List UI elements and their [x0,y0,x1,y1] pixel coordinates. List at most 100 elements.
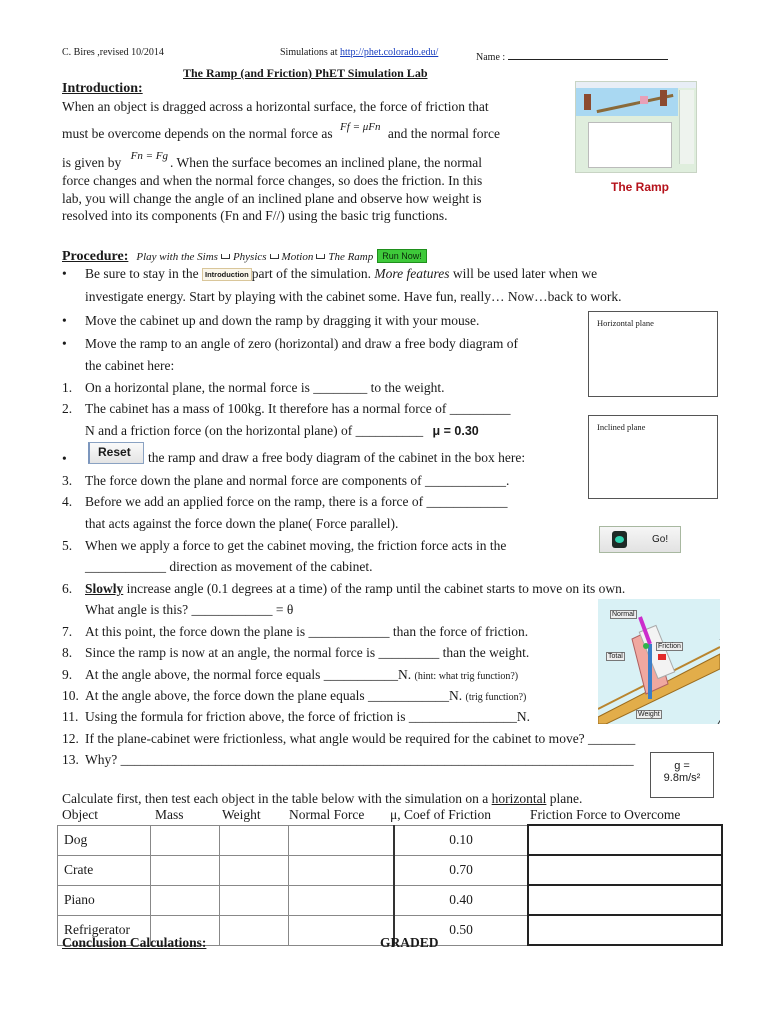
question-2-cont: N and a friction force (on the horizonta… [85,422,479,440]
inclined-plane-box[interactable]: Inclined plane [588,415,718,499]
table-instructions: Calculate first, then test each object i… [62,790,582,808]
question-11: Using the formula for friction above, th… [85,709,531,724]
normal-force-formula: Fn = Fg [130,150,168,162]
question-10a: At the angle above, the force down the p… [85,688,463,703]
table-row: Piano 0.40 [57,884,723,916]
cell-weight[interactable] [219,854,289,886]
table-row: Dog 0.10 [57,824,723,856]
page-title: The Ramp (and Friction) PhET Simulation … [183,66,428,80]
slowly-emphasis: Slowly [85,581,124,596]
angle-arc [717,639,720,724]
question-4-cont: that acts against the force down the pla… [85,516,399,531]
header-weight: Weight [222,807,261,822]
gravity-value: 9.8m/s² [663,772,701,784]
header-object: Object [62,807,98,822]
cell-normal-force[interactable] [288,824,395,856]
cell-weight[interactable] [219,884,289,916]
question-6: Slowly increase angle (0.1 degrees at a … [85,580,625,598]
normal-label: Normal [610,610,637,619]
table-instructions-a: Calculate first, then test each object i… [62,791,492,806]
question-number: 7. [62,624,73,639]
gravity-box: g = 9.8m/s² [650,752,714,798]
cell-mass[interactable] [150,884,220,916]
cell-normal-force[interactable] [288,914,395,946]
friction-table: Dog 0.10 Crate 0.70 Piano 0.40 Refrigera… [57,824,723,946]
question-13: Why? ___________________________________… [85,752,634,767]
cell-object: Crate [57,854,151,886]
introduction-heading: Introduction: [62,81,143,96]
question-9: At the angle above, the normal force equ… [85,666,518,686]
cell-weight[interactable] [219,914,289,946]
traffic-light-icon [612,531,627,548]
run-now-button[interactable]: Run Now! [377,249,427,264]
author-revision: C. Bires ,revised 10/2014 [62,47,164,58]
procedure-line: Procedure: Play with the Sims Physics Moti… [62,247,427,265]
simulations-prefix: Simulations at [280,47,340,58]
conclusion-heading: Conclusion Calculations: [62,935,207,950]
bullet-icon: • [62,266,67,281]
arrow-icon [316,253,326,259]
question-12: If the plane-cabinet were frictionless, … [85,731,636,746]
go-button[interactable]: Go! [599,526,681,553]
cell-weight[interactable] [219,824,289,856]
cell-mu: 0.40 [393,884,529,916]
friction-label: Friction [656,642,683,651]
cell-friction-force[interactable] [527,824,723,856]
cell-friction-force[interactable] [527,854,723,886]
name-blank[interactable] [507,47,668,60]
introduction-tab[interactable]: Introduction [201,268,252,282]
nav-step-ramp: The Ramp [328,251,374,263]
header-coef-friction: μ, Coef of Friction [390,807,491,822]
cell-friction-force[interactable] [527,884,723,916]
friction-arrow [658,654,666,660]
mu-value: μ = 0.30 [432,424,479,438]
bullet-1d: will be used later when we [452,266,598,281]
cell-normal-force[interactable] [288,854,395,886]
center-dot [643,643,649,649]
question-number: 3. [62,473,73,488]
bullet-stay-intro: Be sure to stay in the Introduction part … [85,265,597,283]
header-normal-force: Normal Force [289,807,365,822]
question-9-hint: (hint: what trig function?) [414,671,519,682]
question-number: 4. [62,494,73,509]
header-mass: Mass [155,807,184,822]
reset-button[interactable]: Reset [88,442,144,464]
ramp-sim-thumbnail [575,81,697,173]
cell-object: Dog [57,824,151,856]
name-field[interactable]: Name : [476,47,668,63]
header-friction-force: Friction Force to Overcome [530,807,681,822]
arrow-icon [269,253,279,259]
table-instructions-horizontal: horizontal [491,791,547,806]
intro-line-6: resolved into its components (Fn and F//… [62,208,448,223]
bullet-icon: • [62,336,67,351]
cell-mu: 0.70 [393,854,529,886]
intro-line-3a: is given by [62,155,122,170]
inclined-plane-label: Inclined plane [597,422,646,432]
horizontal-plane-box[interactable]: Horizontal plane [588,311,718,397]
phet-link[interactable]: http://phet.colorado.edu/ [340,47,438,58]
cell-normal-force[interactable] [288,884,395,916]
bullet-1c: More features [374,266,450,281]
cell-mass[interactable] [150,824,220,856]
cell-object: Piano [57,884,151,916]
intro-line-5: lab, you will change the angle of an inc… [62,191,482,206]
cell-friction-force[interactable] [527,914,723,946]
question-9a: At the angle above, the normal force equ… [85,667,412,682]
bullet-icon: • [62,313,67,328]
question-number: 6. [62,581,73,596]
cell-mu: 0.10 [393,824,529,856]
question-6a: increase angle (0.1 degrees at a time) o… [123,581,626,596]
question-3: The force down the plane and normal forc… [85,473,510,488]
nav-step-motion: Motion [281,251,314,263]
bullet-ramp-zero-cont: the cabinet here: [85,358,175,373]
nav-step-play: Play with the Sims [136,251,218,263]
question-10: At the angle above, the force down the p… [85,687,526,707]
cell-mass[interactable] [150,854,220,886]
name-label: Name : [476,52,506,63]
thumbnail-caption: The Ramp [611,180,670,194]
gravity-label: g = [674,760,690,772]
bullet-1b: part of the simulation. [251,266,371,281]
question-number: 10. [62,688,79,703]
question-number: 5. [62,538,73,553]
bullet-icon: • [62,451,67,466]
